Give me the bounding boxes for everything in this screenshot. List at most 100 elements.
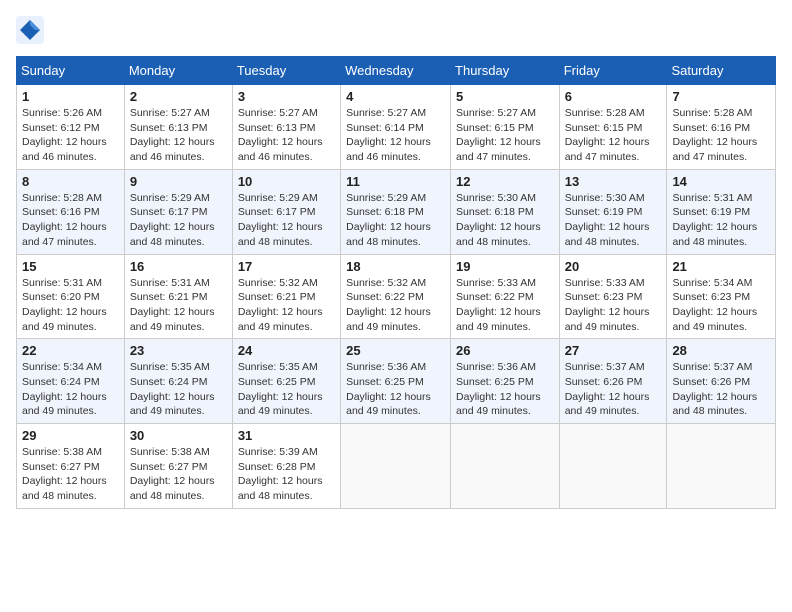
calendar-cell: 15 Sunrise: 5:31 AM Sunset: 6:20 PM Dayl… [17,254,125,339]
day-info: Sunrise: 5:32 AM Sunset: 6:22 PM Dayligh… [346,276,445,335]
weekday-header: Friday [559,57,667,85]
day-number: 5 [456,89,554,104]
weekday-header: Monday [124,57,232,85]
day-info: Sunrise: 5:29 AM Sunset: 6:17 PM Dayligh… [130,191,227,250]
day-info: Sunrise: 5:37 AM Sunset: 6:26 PM Dayligh… [672,360,770,419]
calendar-cell: 12 Sunrise: 5:30 AM Sunset: 6:18 PM Dayl… [451,169,560,254]
day-info: Sunrise: 5:38 AM Sunset: 6:27 PM Dayligh… [22,445,119,504]
day-info: Sunrise: 5:36 AM Sunset: 6:25 PM Dayligh… [346,360,445,419]
day-info: Sunrise: 5:35 AM Sunset: 6:24 PM Dayligh… [130,360,227,419]
calendar-cell: 24 Sunrise: 5:35 AM Sunset: 6:25 PM Dayl… [232,339,340,424]
calendar-table: SundayMondayTuesdayWednesdayThursdayFrid… [16,56,776,509]
calendar-cell: 8 Sunrise: 5:28 AM Sunset: 6:16 PM Dayli… [17,169,125,254]
calendar-cell: 7 Sunrise: 5:28 AM Sunset: 6:16 PM Dayli… [667,85,776,170]
calendar-cell: 25 Sunrise: 5:36 AM Sunset: 6:25 PM Dayl… [341,339,451,424]
calendar-cell: 28 Sunrise: 5:37 AM Sunset: 6:26 PM Dayl… [667,339,776,424]
day-info: Sunrise: 5:36 AM Sunset: 6:25 PM Dayligh… [456,360,554,419]
day-info: Sunrise: 5:37 AM Sunset: 6:26 PM Dayligh… [565,360,662,419]
day-number: 30 [130,428,227,443]
day-number: 4 [346,89,445,104]
calendar-cell: 21 Sunrise: 5:34 AM Sunset: 6:23 PM Dayl… [667,254,776,339]
day-number: 6 [565,89,662,104]
day-number: 2 [130,89,227,104]
day-info: Sunrise: 5:29 AM Sunset: 6:17 PM Dayligh… [238,191,335,250]
page-header [16,16,776,44]
day-number: 20 [565,259,662,274]
day-info: Sunrise: 5:34 AM Sunset: 6:24 PM Dayligh… [22,360,119,419]
day-info: Sunrise: 5:39 AM Sunset: 6:28 PM Dayligh… [238,445,335,504]
weekday-header: Tuesday [232,57,340,85]
weekday-header: Thursday [451,57,560,85]
day-info: Sunrise: 5:27 AM Sunset: 6:13 PM Dayligh… [238,106,335,165]
day-info: Sunrise: 5:31 AM Sunset: 6:20 PM Dayligh… [22,276,119,335]
day-number: 9 [130,174,227,189]
day-info: Sunrise: 5:38 AM Sunset: 6:27 PM Dayligh… [130,445,227,504]
day-info: Sunrise: 5:33 AM Sunset: 6:22 PM Dayligh… [456,276,554,335]
calendar-cell: 14 Sunrise: 5:31 AM Sunset: 6:19 PM Dayl… [667,169,776,254]
calendar-cell: 16 Sunrise: 5:31 AM Sunset: 6:21 PM Dayl… [124,254,232,339]
calendar-cell [559,424,667,509]
calendar-cell: 10 Sunrise: 5:29 AM Sunset: 6:17 PM Dayl… [232,169,340,254]
day-number: 23 [130,343,227,358]
day-number: 15 [22,259,119,274]
day-info: Sunrise: 5:28 AM Sunset: 6:15 PM Dayligh… [565,106,662,165]
day-info: Sunrise: 5:27 AM Sunset: 6:14 PM Dayligh… [346,106,445,165]
calendar-cell: 23 Sunrise: 5:35 AM Sunset: 6:24 PM Dayl… [124,339,232,424]
day-number: 10 [238,174,335,189]
day-info: Sunrise: 5:30 AM Sunset: 6:18 PM Dayligh… [456,191,554,250]
day-number: 8 [22,174,119,189]
logo [16,16,48,44]
day-info: Sunrise: 5:31 AM Sunset: 6:21 PM Dayligh… [130,276,227,335]
calendar-cell: 26 Sunrise: 5:36 AM Sunset: 6:25 PM Dayl… [451,339,560,424]
calendar-cell [667,424,776,509]
day-number: 3 [238,89,335,104]
day-number: 19 [456,259,554,274]
calendar-cell: 11 Sunrise: 5:29 AM Sunset: 6:18 PM Dayl… [341,169,451,254]
day-number: 1 [22,89,119,104]
calendar-cell: 9 Sunrise: 5:29 AM Sunset: 6:17 PM Dayli… [124,169,232,254]
calendar-cell: 18 Sunrise: 5:32 AM Sunset: 6:22 PM Dayl… [341,254,451,339]
calendar-cell [451,424,560,509]
logo-icon [16,16,44,44]
calendar-cell: 6 Sunrise: 5:28 AM Sunset: 6:15 PM Dayli… [559,85,667,170]
day-info: Sunrise: 5:29 AM Sunset: 6:18 PM Dayligh… [346,191,445,250]
day-number: 28 [672,343,770,358]
day-number: 14 [672,174,770,189]
day-number: 24 [238,343,335,358]
day-number: 22 [22,343,119,358]
day-number: 18 [346,259,445,274]
day-info: Sunrise: 5:31 AM Sunset: 6:19 PM Dayligh… [672,191,770,250]
day-info: Sunrise: 5:28 AM Sunset: 6:16 PM Dayligh… [22,191,119,250]
day-info: Sunrise: 5:26 AM Sunset: 6:12 PM Dayligh… [22,106,119,165]
calendar-cell: 27 Sunrise: 5:37 AM Sunset: 6:26 PM Dayl… [559,339,667,424]
day-number: 31 [238,428,335,443]
day-info: Sunrise: 5:34 AM Sunset: 6:23 PM Dayligh… [672,276,770,335]
calendar-cell: 1 Sunrise: 5:26 AM Sunset: 6:12 PM Dayli… [17,85,125,170]
day-number: 21 [672,259,770,274]
day-number: 29 [22,428,119,443]
calendar-cell: 2 Sunrise: 5:27 AM Sunset: 6:13 PM Dayli… [124,85,232,170]
calendar-cell: 22 Sunrise: 5:34 AM Sunset: 6:24 PM Dayl… [17,339,125,424]
weekday-header: Sunday [17,57,125,85]
day-info: Sunrise: 5:30 AM Sunset: 6:19 PM Dayligh… [565,191,662,250]
day-number: 16 [130,259,227,274]
calendar-cell: 4 Sunrise: 5:27 AM Sunset: 6:14 PM Dayli… [341,85,451,170]
calendar-cell: 3 Sunrise: 5:27 AM Sunset: 6:13 PM Dayli… [232,85,340,170]
day-info: Sunrise: 5:33 AM Sunset: 6:23 PM Dayligh… [565,276,662,335]
day-info: Sunrise: 5:32 AM Sunset: 6:21 PM Dayligh… [238,276,335,335]
day-number: 27 [565,343,662,358]
day-number: 12 [456,174,554,189]
calendar-cell: 20 Sunrise: 5:33 AM Sunset: 6:23 PM Dayl… [559,254,667,339]
day-info: Sunrise: 5:28 AM Sunset: 6:16 PM Dayligh… [672,106,770,165]
calendar-cell: 5 Sunrise: 5:27 AM Sunset: 6:15 PM Dayli… [451,85,560,170]
day-number: 26 [456,343,554,358]
calendar-cell: 29 Sunrise: 5:38 AM Sunset: 6:27 PM Dayl… [17,424,125,509]
day-number: 13 [565,174,662,189]
day-number: 25 [346,343,445,358]
calendar-cell: 30 Sunrise: 5:38 AM Sunset: 6:27 PM Dayl… [124,424,232,509]
calendar-cell: 31 Sunrise: 5:39 AM Sunset: 6:28 PM Dayl… [232,424,340,509]
calendar-cell: 19 Sunrise: 5:33 AM Sunset: 6:22 PM Dayl… [451,254,560,339]
day-number: 7 [672,89,770,104]
weekday-header: Saturday [667,57,776,85]
calendar-cell: 17 Sunrise: 5:32 AM Sunset: 6:21 PM Dayl… [232,254,340,339]
